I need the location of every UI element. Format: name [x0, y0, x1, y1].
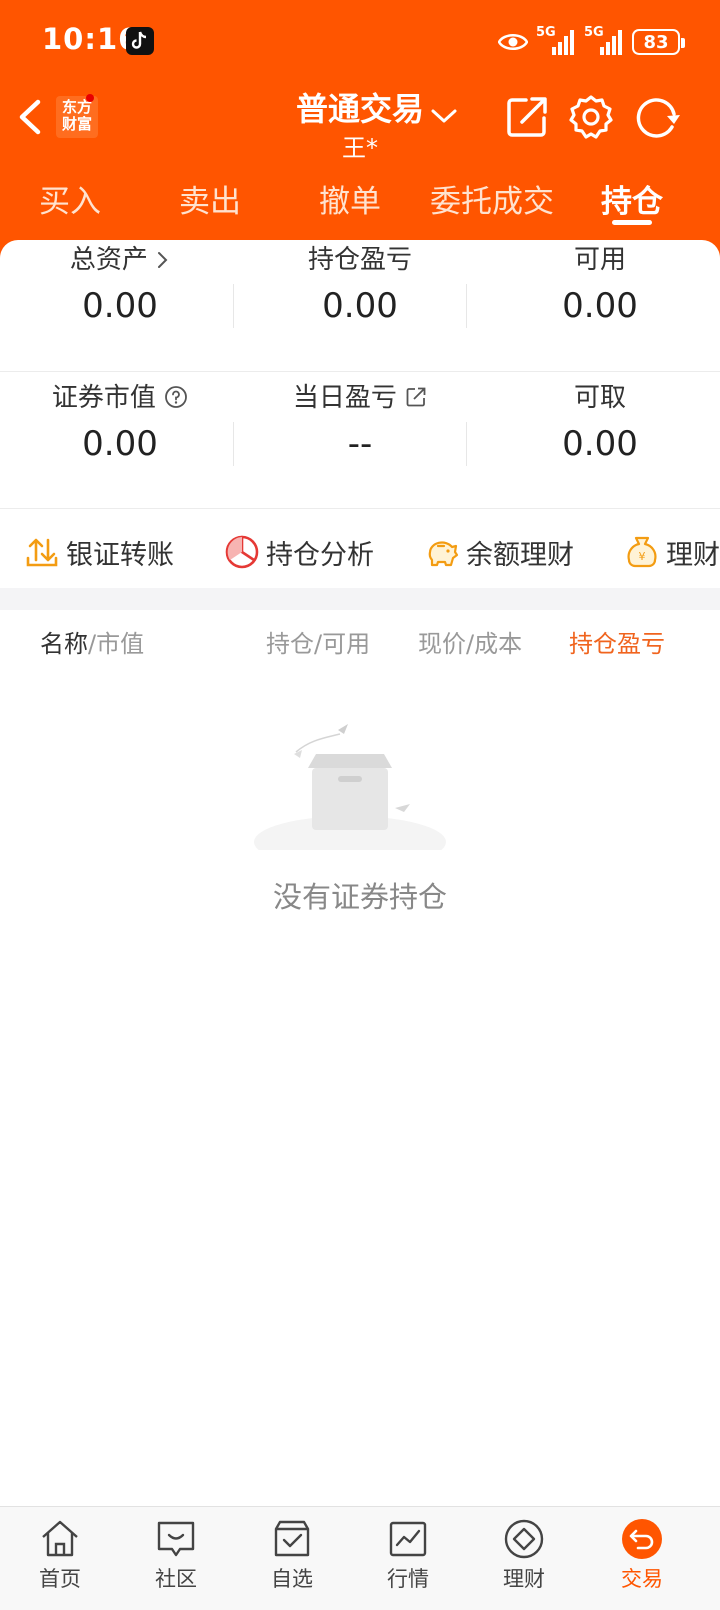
holding-analysis-label: 持仓分析 — [266, 539, 374, 571]
tab-sell[interactable]: 卖出 — [170, 176, 250, 224]
nav-trade[interactable]: 交易 — [582, 1517, 702, 1607]
pie-chart-icon — [225, 535, 259, 569]
summary-row-1: 总资产 0.00 持仓盈亏 0.00 可用 0.00 — [0, 240, 720, 376]
summary-row-2: 证券市值 0.00 当日盈亏 -- 可取 0.00 — [0, 378, 720, 514]
chevron-down-icon[interactable] — [430, 106, 458, 126]
quick-actions: 银证转账 持仓分析 余额理财 ¥ 理财 — [0, 512, 720, 592]
battery-icon: 83 — [632, 29, 685, 55]
col-market-value-label: /市值 — [88, 630, 145, 658]
share-icon[interactable] — [504, 94, 550, 140]
trade-icon — [622, 1519, 662, 1559]
position-pnl-value: 0.00 — [322, 286, 398, 326]
col-holding-available[interactable]: 持仓/可用 — [266, 624, 370, 659]
status-icons: 5G 5G 83 — [498, 25, 685, 58]
balance-wealth-button[interactable]: 余额理财 — [424, 532, 574, 572]
holdings-table-header: 名称/市值 持仓/可用 现价/成本 持仓盈亏 — [0, 610, 720, 674]
empty-box-illustration — [254, 724, 446, 850]
nav-community-label: 社区 — [155, 1567, 197, 1591]
wealth-label: 理财 — [666, 539, 720, 571]
watchlist-icon — [274, 1520, 310, 1557]
col-position-pnl[interactable]: 持仓盈亏 — [569, 624, 665, 659]
eye-icon — [498, 34, 528, 50]
account-selector[interactable]: 普通交易 王* — [270, 84, 450, 163]
market-value-label: 证券市值 — [51, 383, 156, 413]
nav-market-label: 行情 — [387, 1567, 429, 1591]
holding-analysis-button[interactable]: 持仓分析 — [224, 532, 374, 572]
col-price-cost[interactable]: 现价/成本 — [418, 624, 522, 659]
bottom-nav: 首页 社区 自选 行情 理财 交易 — [0, 1506, 720, 1610]
chevron-right-icon — [158, 252, 168, 268]
empty-state: 没有证券持仓 — [0, 720, 720, 920]
total-assets[interactable]: 总资产 0.00 — [0, 240, 240, 326]
home-icon — [42, 1520, 78, 1557]
nav-home[interactable]: 首页 — [0, 1517, 120, 1607]
nav-watchlist[interactable]: 自选 — [232, 1517, 352, 1607]
position-pnl-label: 持仓盈亏 — [307, 245, 412, 275]
tiktok-notification-icon — [126, 27, 154, 55]
active-tab-indicator — [612, 220, 652, 225]
total-assets-label: 总资产 — [69, 245, 148, 275]
nav-wealth-label: 理财 — [503, 1567, 545, 1591]
tab-buy[interactable]: 买入 — [30, 176, 110, 224]
page-title: 普通交易 — [295, 90, 424, 128]
section-divider — [0, 588, 720, 610]
withdrawable: 可取 0.00 — [480, 378, 720, 464]
nav-bar: 东方财富 普通交易 王* — [0, 84, 720, 166]
community-icon — [157, 1521, 195, 1557]
external-link-icon — [406, 387, 426, 407]
daily-pnl-label: 当日盈亏 — [292, 383, 397, 413]
available-funds: 可用 0.00 — [480, 240, 720, 326]
tab-cancel[interactable]: 撤单 — [310, 176, 390, 224]
trade-tabs: 买入 卖出 撤单 委托成交 持仓 — [0, 166, 720, 236]
transfer-icon — [26, 538, 58, 567]
nav-watchlist-label: 自选 — [271, 1567, 313, 1591]
wealth-button[interactable]: ¥ 理财 — [624, 532, 720, 572]
app-header: 10:16 5G 5G 83 东方财富 普通交易 王* 买入 卖出 撤单 委托成… — [0, 0, 720, 262]
market-icon — [389, 1521, 427, 1557]
market-value: 证券市值 0.00 — [0, 378, 240, 464]
withdrawable-label: 可取 — [573, 383, 626, 413]
svg-text:¥: ¥ — [639, 550, 646, 563]
total-assets-value: 0.00 — [82, 286, 158, 326]
tab-orders[interactable]: 委托成交 — [424, 176, 560, 224]
chevron-left-icon — [19, 99, 41, 135]
holdings-panel: 总资产 0.00 持仓盈亏 0.00 可用 0.00 证券市值 0.00 当日盈… — [0, 240, 720, 1610]
daily-pnl[interactable]: 当日盈亏 -- — [240, 378, 480, 464]
signal-5g-icon: 5G — [536, 25, 576, 57]
nav-home-label: 首页 — [39, 1567, 81, 1591]
status-time: 10:16 — [42, 22, 140, 56]
available-value: 0.00 — [562, 286, 638, 326]
back-button[interactable] — [14, 94, 48, 140]
col-name-market-value[interactable]: 名称/市值 — [40, 624, 144, 659]
nav-wealth[interactable]: 理财 — [464, 1517, 584, 1607]
nav-community[interactable]: 社区 — [116, 1517, 236, 1607]
col-name-label: 名称 — [40, 630, 88, 658]
help-icon[interactable] — [164, 385, 188, 409]
tab-holdings[interactable]: 持仓 — [592, 176, 672, 224]
nav-market[interactable]: 行情 — [348, 1517, 468, 1607]
money-bag-icon: ¥ — [627, 536, 657, 568]
available-label: 可用 — [573, 245, 626, 275]
daily-pnl-value: -- — [347, 424, 373, 464]
battery-level: 83 — [643, 31, 669, 53]
market-value-value: 0.00 — [82, 424, 158, 464]
status-bar: 10:16 5G 5G 83 — [0, 0, 720, 84]
signal-5g-icon: 5G — [584, 25, 624, 57]
gear-icon[interactable] — [568, 94, 614, 140]
position-pnl: 持仓盈亏 0.00 — [240, 240, 480, 326]
refresh-icon[interactable] — [634, 94, 680, 140]
app-logo: 东方财富 — [56, 94, 98, 138]
wealth-icon — [504, 1519, 544, 1559]
logo-text: 东方财富 — [61, 98, 92, 133]
bank-transfer-label: 银证转账 — [66, 539, 174, 571]
withdrawable-value: 0.00 — [562, 424, 638, 464]
empty-state-text: 没有证券持仓 — [272, 880, 447, 914]
balance-wealth-label: 余额理财 — [466, 539, 574, 571]
account-name: 王* — [342, 134, 378, 162]
nav-trade-label: 交易 — [621, 1567, 663, 1591]
piggy-bank-icon — [428, 541, 459, 567]
bank-transfer-button[interactable]: 银证转账 — [24, 532, 174, 572]
